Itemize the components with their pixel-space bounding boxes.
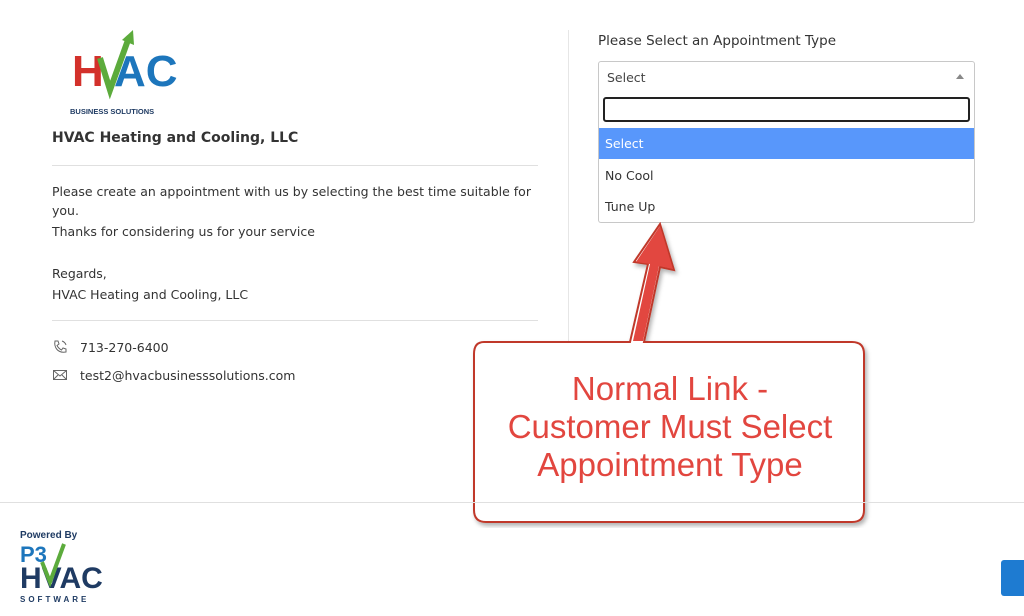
option-tune-up[interactable]: Tune Up [599, 191, 974, 222]
divider-bottom [52, 320, 538, 321]
phone-number[interactable]: 713-270-6400 [80, 340, 169, 355]
email-address[interactable]: test2@hvacbusinesssolutions.com [80, 368, 295, 383]
software-text: SOFTWARE [20, 595, 89, 604]
mail-icon [53, 370, 67, 380]
signature: HVAC Heating and Cooling, LLC [52, 287, 249, 302]
callout-text: Normal Link - Customer Must Select Appoi… [478, 370, 862, 484]
option-no-cool[interactable]: No Cool [599, 160, 974, 191]
chat-widget-button[interactable] [1001, 560, 1024, 596]
select-current-value: Select [607, 70, 646, 85]
callout-arrow [633, 226, 673, 341]
message-line-1: Please create an appointment with us by … [52, 184, 531, 199]
hvac-business-solutions-logo: H AC BUSINESS SOLUTIONS [70, 30, 178, 116]
logo-letters-ac: AC [114, 47, 178, 96]
p3-hvac-software-logo: Powered By P3 HVAC SOFTWARE [20, 530, 103, 604]
message-line-2: you. [52, 203, 79, 218]
callout-line-1: Normal Link - [571, 370, 769, 407]
contact-email: test2@hvacbusinesssolutions.com [52, 367, 295, 383]
logo-letter-h: H [72, 47, 104, 96]
divider-top [52, 165, 538, 166]
caret-up-icon [956, 74, 964, 79]
phone-icon [54, 340, 67, 353]
dropdown-search-input[interactable] [603, 97, 970, 122]
logo-tagline: BUSINESS SOLUTIONS [70, 107, 154, 116]
message-line-3: Thanks for considering us for your servi… [52, 224, 315, 239]
option-select[interactable]: Select [599, 128, 974, 159]
company-name: HVAC Heating and Cooling, LLC [52, 130, 299, 146]
appointment-type-label: Please Select an Appointment Type [598, 33, 836, 49]
callout-line-2: Customer Must Select [507, 408, 833, 445]
callout-line-3: Appointment Type [537, 446, 803, 483]
contact-phone: 713-270-6400 [52, 339, 169, 355]
footer-hvac-text: HVAC [20, 562, 103, 595]
regards: Regards, [52, 266, 107, 281]
appointment-type-select[interactable]: Select [598, 61, 975, 94]
appointment-type-dropdown: Select No Cool Tune Up [598, 93, 975, 223]
powered-by-text: Powered By [20, 530, 78, 541]
footer-divider [0, 502, 1024, 503]
